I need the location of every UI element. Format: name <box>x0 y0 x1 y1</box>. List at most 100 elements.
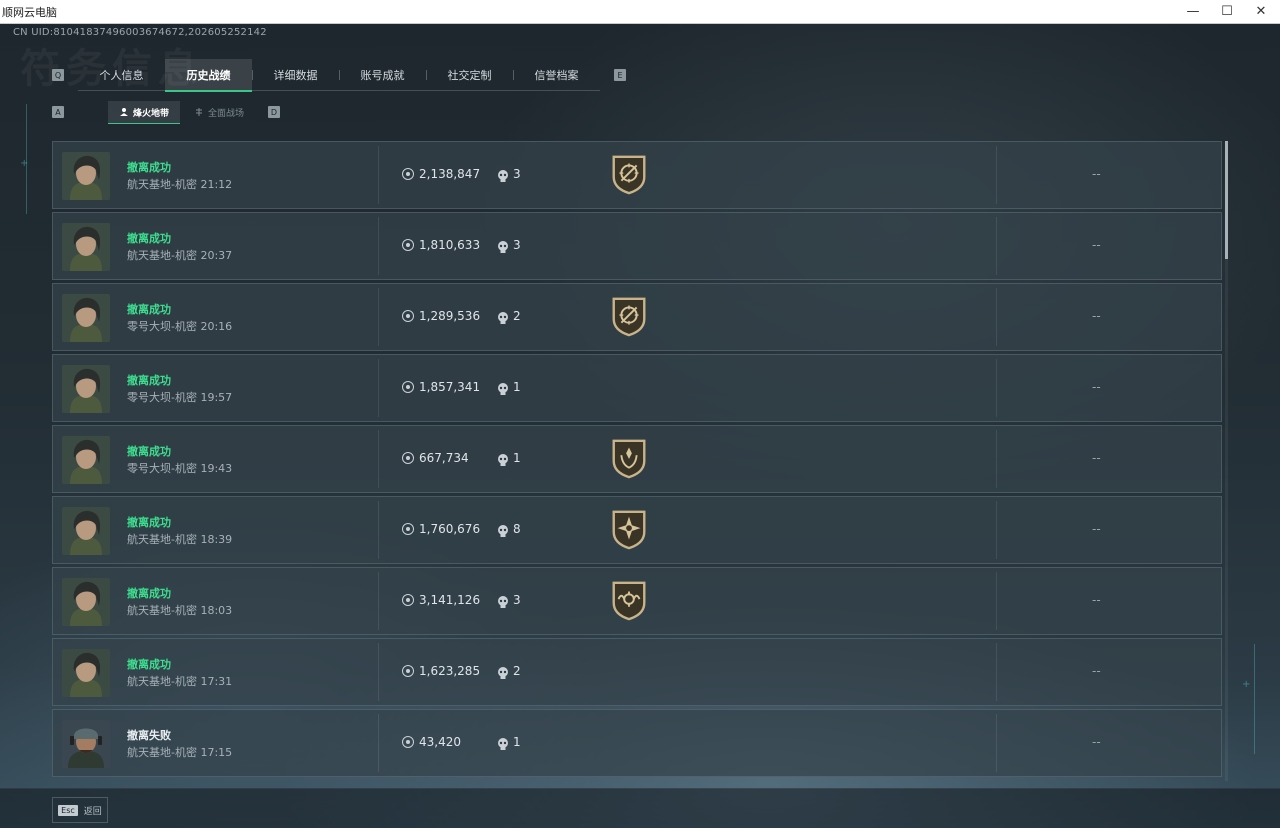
subtab-prev-key[interactable]: A <box>52 106 64 118</box>
skull-icon <box>497 665 509 679</box>
skull-icon <box>497 594 509 608</box>
extra-stat: -- <box>1092 451 1101 465</box>
loot-value: 1,623,285 <box>419 664 481 678</box>
map-and-time: 航天基地-机密 18:39 <box>127 533 233 546</box>
column-divider <box>996 501 997 559</box>
coin-icon <box>402 594 414 606</box>
map-and-time: 零号大坝-机密 20:16 <box>127 320 233 333</box>
extraction-status: 撤离失败 <box>127 729 171 742</box>
match-record-row[interactable]: 撤离失败 航天基地-机密 17:15 43,420 1 -- <box>52 709 1222 777</box>
window-title: 顺网云电脑 <box>2 5 57 19</box>
tab-achievements[interactable]: 账号成就 <box>339 59 426 90</box>
tab-personal-info[interactable]: 个人信息 <box>78 59 165 90</box>
tab-social[interactable]: 社交定制 <box>426 59 513 90</box>
scrollbar[interactable] <box>1225 141 1228 781</box>
tab-history[interactable]: 历史战绩 <box>165 59 252 92</box>
column-divider <box>378 430 379 488</box>
extra-stat: -- <box>1092 167 1101 181</box>
extra-stat: -- <box>1092 664 1101 678</box>
extra-stat: -- <box>1092 380 1101 394</box>
kill-count: 3 <box>513 167 521 181</box>
extraction-status: 撤离成功 <box>127 658 171 671</box>
column-divider <box>378 643 379 701</box>
maximize-icon: ☐ <box>1221 4 1233 19</box>
uid-label: CN UID:8104183749600367467​2,20260525214… <box>13 27 267 38</box>
loot-value: 2,138,847 <box>419 167 481 181</box>
tab-credit[interactable]: 信誉档案 <box>513 59 600 90</box>
loot-value: 3,141,126 <box>419 593 481 607</box>
kill-count: 3 <box>513 593 521 607</box>
back-button[interactable]: Esc 返回 <box>52 797 108 823</box>
scrollbar-thumb[interactable] <box>1225 141 1228 259</box>
match-record-row[interactable]: 撤离成功 航天基地-机密 21:12 2,138,847 3 -- <box>52 141 1222 209</box>
skull-icon <box>497 239 509 253</box>
close-icon: ✕ <box>1255 4 1267 19</box>
loot-value: 1,857,341 <box>419 380 481 394</box>
close-button[interactable]: ✕ <box>1242 0 1280 23</box>
column-divider <box>996 217 997 275</box>
sniper-badge-icon[interactable] <box>610 154 648 196</box>
minimize-icon: — <box>1186 4 1200 19</box>
extra-stat: -- <box>1092 593 1101 607</box>
main-tabbar: Q 个人信息 历史战绩 详细数据 账号成就 社交定制 信誉档案 E <box>52 59 642 92</box>
kill-count: 3 <box>513 238 521 252</box>
operator-avatar <box>62 649 110 697</box>
tab-detailed-data[interactable]: 详细数据 <box>252 59 339 90</box>
operator-avatar <box>62 294 110 342</box>
skull-icon <box>497 452 509 466</box>
map-and-time: 零号大坝-机密 19:43 <box>127 462 233 475</box>
column-divider <box>378 146 379 204</box>
column-divider <box>996 643 997 701</box>
laurel-badge-icon[interactable] <box>610 438 648 480</box>
column-divider <box>378 359 379 417</box>
match-record-row[interactable]: 撤离成功 零号大坝-机密 19:43 667,734 1 -- <box>52 425 1222 493</box>
map-and-time: 航天基地-机密 20:37 <box>127 249 233 262</box>
sniper-badge-icon[interactable] <box>610 296 648 338</box>
column-divider <box>378 501 379 559</box>
extraction-status: 撤离成功 <box>127 587 171 600</box>
column-divider <box>996 146 997 204</box>
column-divider <box>996 572 997 630</box>
subtab-warfare-label: 全面战场 <box>207 108 244 119</box>
subtab-next-key[interactable]: D <box>268 106 280 118</box>
match-record-row[interactable]: 撤离成功航天基地-机密 18:03 3,141,126 3 -- <box>52 567 1222 635</box>
extra-stat: -- <box>1092 735 1101 749</box>
warfare-icon <box>195 108 202 116</box>
match-record-row[interactable]: 撤离成功 零号大坝-机密 20:16 1,289,536 2 -- <box>52 283 1222 351</box>
extraction-status: 撤离成功 <box>127 303 171 316</box>
match-record-row[interactable]: 撤离成功 航天基地-机密 20:37 1,810,633 3 -- <box>52 212 1222 280</box>
extraction-status: 撤离成功 <box>127 445 171 458</box>
match-record-row[interactable]: 撤离成功 航天基地-机密 18:39 1,760,676 8 -- <box>52 496 1222 564</box>
esc-key-hint: Esc <box>58 804 78 816</box>
skull-icon <box>497 310 509 324</box>
operator-avatar <box>62 578 110 626</box>
kill-count: 8 <box>513 522 521 536</box>
map-and-time: 航天基地-机密 18:03 <box>127 604 233 617</box>
match-record-row[interactable]: 撤离成功 航天基地-机密 17:31 1,623,285 2 -- <box>52 638 1222 706</box>
operator-avatar <box>62 365 110 413</box>
match-record-row[interactable]: 撤离成功 零号大坝-机密 19:57 1,857,341 1 -- <box>52 354 1222 422</box>
extra-stat: -- <box>1092 238 1101 252</box>
wings-badge-icon[interactable] <box>610 580 648 622</box>
subtab-warfare[interactable]: 全面战场 <box>183 101 255 123</box>
operator-avatar <box>62 436 110 484</box>
tab-prev-key[interactable]: Q <box>52 69 64 81</box>
column-divider <box>996 288 997 346</box>
window-titlebar: 顺网云电脑 — ☐ ✕ <box>0 0 1280 24</box>
column-divider <box>996 359 997 417</box>
kill-count: 2 <box>513 309 521 323</box>
back-label: 返回 <box>83 806 102 817</box>
operator-avatar <box>62 720 110 768</box>
minimize-button[interactable]: — <box>1174 0 1212 23</box>
loot-value: 1,289,536 <box>419 309 481 323</box>
skull-icon <box>497 168 509 182</box>
subtab-operations[interactable]: 烽火地带 <box>108 101 180 124</box>
maximize-button[interactable]: ☐ <box>1208 0 1246 23</box>
operations-icon <box>119 108 128 116</box>
extraction-status: 撤离成功 <box>127 374 171 387</box>
star-badge-icon[interactable] <box>610 509 648 551</box>
coin-icon <box>402 452 414 464</box>
skull-icon <box>497 523 509 537</box>
column-divider <box>996 430 997 488</box>
tab-next-key[interactable]: E <box>614 69 626 81</box>
